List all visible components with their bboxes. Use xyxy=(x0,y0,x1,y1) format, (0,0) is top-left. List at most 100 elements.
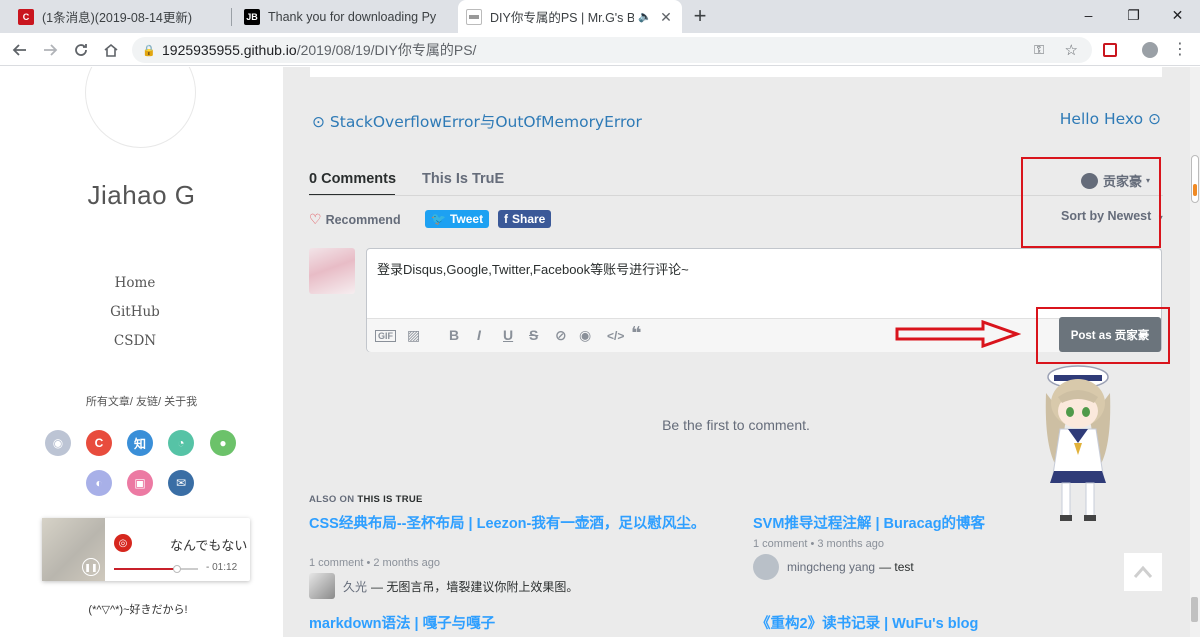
browser-tab-pycharm[interactable]: JB Thank you for downloading Py xyxy=(236,0,456,33)
restore-button[interactable]: ❐ xyxy=(1111,0,1156,30)
menu-button[interactable]: ⋮ xyxy=(1168,38,1192,62)
zhihu-icon[interactable]: 知 xyxy=(127,430,153,456)
tab-comments[interactable]: 0 Comments xyxy=(309,171,396,187)
live2d-mascot[interactable] xyxy=(1028,359,1128,527)
commenter-avatar xyxy=(753,554,779,580)
commenter-name: mingcheng yang xyxy=(787,560,876,574)
profile-button[interactable] xyxy=(1138,38,1162,62)
comment-text[interactable]: 登录Disqus,Google,Twitter,Facebook等账号进行评论~ xyxy=(377,259,689,278)
nav-home[interactable]: Home xyxy=(0,275,270,291)
tab-separator xyxy=(231,8,232,26)
playback-progress[interactable] xyxy=(114,565,198,573)
tab-close-icon[interactable]: ✕ xyxy=(658,9,674,25)
gif-icon[interactable]: GIF xyxy=(375,330,396,342)
scrollbar-thumb[interactable] xyxy=(1191,597,1198,622)
bold-icon[interactable]: B xyxy=(449,327,459,343)
close-window-button[interactable]: ✕ xyxy=(1155,0,1200,30)
italic-icon[interactable]: I xyxy=(477,327,481,343)
related-post-meta: 1 comment • 3 months ago xyxy=(753,538,885,550)
site-name[interactable]: Jiahao G xyxy=(0,180,283,211)
tab-title: Thank you for downloading Py xyxy=(268,9,437,24)
main-content: ⊙ StackOverflowError与OutOfMemoryError He… xyxy=(283,67,1190,637)
share-label: Share xyxy=(512,212,546,226)
scroll-indicator-fill xyxy=(1193,184,1197,196)
highlight-box-user xyxy=(1021,157,1161,248)
progress-knob[interactable] xyxy=(173,565,181,573)
blog-sidebar: Jiahao G Home GitHub CSDN 所有文章/ 友链/ 关于我 … xyxy=(0,67,283,637)
arrow-right-icon xyxy=(44,44,58,56)
browser-toolbar: 🔒 1925935955.github.io/2019/08/19/DIY你专属… xyxy=(0,33,1200,66)
page-scrollbar[interactable] xyxy=(1190,67,1200,637)
recommend-label: Recommend xyxy=(325,212,401,227)
tweet-button[interactable]: 🐦 Tweet xyxy=(425,210,490,228)
also-on-prefix: ALSO ON xyxy=(309,494,355,505)
extension-button[interactable] xyxy=(1098,38,1122,62)
home-button[interactable] xyxy=(99,38,123,62)
csdn-icon[interactable]: C xyxy=(86,430,112,456)
related-post-comment[interactable]: 久光 — 无图言吊，墙裂建议你附上效果图。 xyxy=(309,573,578,599)
minimize-button[interactable]: – xyxy=(1066,0,1111,30)
album-cover: ❚❚ xyxy=(42,518,105,581)
image-icon[interactable]: ▨ xyxy=(407,327,420,344)
github-icon[interactable]: ◉ xyxy=(45,430,71,456)
related-post-meta: 1 comment • 2 months ago xyxy=(309,557,441,569)
bilibili-icon[interactable]: ▣ xyxy=(127,470,153,496)
wechat-icon[interactable]: ● xyxy=(210,430,236,456)
csdn-favicon-icon: C xyxy=(18,8,34,25)
next-post-link[interactable]: Hello Hexo ⊙ xyxy=(1060,110,1161,128)
prev-post-link[interactable]: ⊙ StackOverflowError与OutOfMemoryError xyxy=(312,110,642,132)
related-post-title[interactable]: CSS经典布局--圣杯布局 | Leezon-我有一壶酒，足以慰风尘。 xyxy=(309,514,709,535)
back-to-top-button[interactable] xyxy=(1124,553,1162,591)
author-avatar xyxy=(85,67,196,148)
code-icon[interactable]: </> xyxy=(607,329,624,343)
shield-extension-icon xyxy=(1103,43,1117,57)
pause-icon[interactable]: ❚❚ xyxy=(82,558,100,576)
quote-icon[interactable]: ❝ xyxy=(631,323,642,344)
recommend-button[interactable]: ♡ Recommend xyxy=(309,211,401,228)
share-button[interactable]: f Share xyxy=(498,210,552,228)
key-icon[interactable]: ⚿ xyxy=(1034,42,1044,58)
url-path: /2019/08/19/DIY你专属的PS/ xyxy=(296,42,477,58)
commenter-avatar xyxy=(309,573,335,599)
user-avatar[interactable] xyxy=(309,248,355,294)
browser-tab-strip: C (1条消息)(2019-08-14更新) JB Thank you for … xyxy=(0,0,1200,33)
music-player: ❚❚ ◎ なんでもない - 01:12 xyxy=(42,518,250,581)
tab-title: DIY你专属的PS | Mr.G's Blo xyxy=(490,11,635,25)
weibo-icon[interactable]: ◐ xyxy=(86,470,112,496)
home-icon xyxy=(104,43,118,57)
mail-icon[interactable]: ✉ xyxy=(168,470,194,496)
arrow-left-icon xyxy=(12,44,26,56)
bookmark-star-icon[interactable]: ☆ xyxy=(1065,41,1078,59)
post-card-bottom xyxy=(310,67,1162,77)
forward-button[interactable] xyxy=(38,38,62,62)
also-on-site[interactable]: THIS IS TRUE xyxy=(357,494,422,505)
address-bar[interactable]: 🔒 1925935955.github.io/2019/08/19/DIY你专属… xyxy=(132,37,1092,63)
underline-icon[interactable]: U xyxy=(503,327,513,343)
kebab-menu-icon: ⋮ xyxy=(1172,41,1188,58)
reload-icon xyxy=(75,44,87,56)
browser-tab-csdn[interactable]: C (1条消息)(2019-08-14更新) xyxy=(10,0,232,33)
link-icon[interactable]: ⊘ xyxy=(555,327,567,344)
commenter-name: 久光 xyxy=(343,579,368,594)
time-remaining: - 01:12 xyxy=(206,562,238,573)
related-post-comment[interactable]: mingcheng yang — test xyxy=(753,554,914,580)
nav-github[interactable]: GitHub xyxy=(0,304,270,320)
qq-icon[interactable]: ◔ xyxy=(168,430,194,456)
sub-links[interactable]: 所有文章/ 友链/ 关于我 xyxy=(0,393,283,409)
strikethrough-icon[interactable]: S xyxy=(529,327,538,343)
comment-snippet: — test xyxy=(879,560,914,574)
spoiler-icon[interactable]: ◉ xyxy=(579,327,591,344)
new-tab-button[interactable]: + xyxy=(688,5,712,29)
also-on-header: ALSO ON THIS IS TRUE xyxy=(309,494,423,505)
song-title: なんでもない xyxy=(170,538,248,553)
related-post-title[interactable]: 《重构2》读书记录 | WuFu's blog xyxy=(756,614,1156,635)
heart-icon: ♡ xyxy=(309,211,322,227)
tab-community[interactable]: This Is TruE xyxy=(422,171,504,187)
reload-button[interactable] xyxy=(69,38,93,62)
nav-csdn[interactable]: CSDN xyxy=(0,333,270,349)
tab-audio-icon[interactable]: 🔈 xyxy=(638,10,652,23)
sidebar-footer-text: (*^▽^*)~好きだから! xyxy=(88,604,188,616)
browser-tab-blog[interactable]: DIY你专属的PS | Mr.G's Blo 🔈 ✕ xyxy=(458,0,682,33)
related-post-title[interactable]: markdown语法 | 嘎子与嘎子 xyxy=(309,614,709,635)
back-button[interactable] xyxy=(8,38,32,62)
